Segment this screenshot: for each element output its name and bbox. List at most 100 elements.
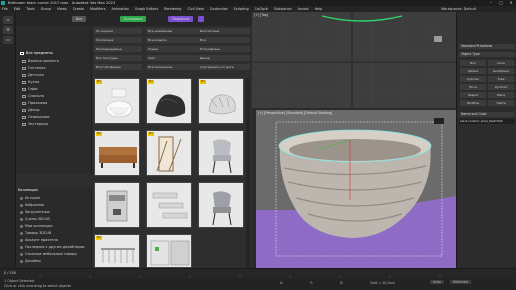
primitive-button[interactable]: Cone (488, 60, 514, 66)
primitive-button[interactable]: GeoSphere (488, 68, 514, 74)
menu-item[interactable]: Animation (112, 7, 129, 11)
menu-item[interactable]: Group (41, 7, 51, 11)
primitive-button[interactable]: TextPlus (460, 100, 486, 106)
filter-chip[interactable]: Все платформы (94, 64, 142, 70)
filter-chip[interactable]: По модели (94, 28, 142, 34)
collection-item[interactable]: Сложные мебельные товары (20, 251, 77, 258)
install-button[interactable]: Установка (120, 16, 147, 22)
menu-item[interactable]: Edit (14, 7, 21, 11)
library-scrollbar[interactable] (246, 78, 250, 268)
asset-tile[interactable]: Pro (146, 78, 192, 124)
primitive-button[interactable]: Sphere (460, 68, 486, 74)
object-type-rollout[interactable]: Object Type (459, 52, 515, 57)
filter-chip[interactable]: Все текстуры (94, 55, 142, 61)
tree-item[interactable]: Гостиная (22, 65, 46, 72)
tree-item[interactable]: Ванная комната (22, 58, 59, 65)
filter-chip[interactable]: Новые (146, 46, 198, 52)
primitive-button[interactable]: Pyramid (488, 84, 514, 90)
menu-item[interactable]: Substance (274, 7, 292, 11)
tree-item[interactable]: Декор (22, 107, 40, 114)
viewcube-icon[interactable] (434, 118, 444, 124)
filter-chip[interactable]: Декор (198, 55, 250, 61)
menu-item[interactable]: Customize (210, 7, 228, 11)
menu-item[interactable]: File (2, 7, 8, 11)
primitive-button[interactable]: Teapot (460, 92, 486, 98)
menu-item[interactable]: Rendering (164, 7, 181, 11)
subscription-button[interactable]: Подписка (168, 16, 194, 22)
menu-item[interactable]: Graph Editors (135, 7, 158, 11)
collection-item[interactable]: Сцены 3DCUB (20, 216, 50, 223)
collection-label: Загруженные (25, 210, 50, 214)
filter-chip[interactable]: Сортировать по дате (198, 64, 250, 70)
viewcube-icon[interactable] (434, 36, 442, 42)
filter-chip[interactable]: Свет (146, 55, 198, 61)
collection-item[interactable]: Мои коллекции (20, 223, 53, 230)
tree-root[interactable]: Все предметы (20, 50, 53, 57)
asset-tile[interactable]: Pro (94, 130, 140, 176)
asset-tile[interactable]: Pro (146, 130, 192, 176)
collection-icon (20, 203, 23, 207)
filter-chip[interactable]: Все дизайнеры (146, 28, 198, 34)
folder-icon[interactable]: ▭ (3, 36, 13, 44)
top-viewport[interactable]: [+] [Top] (252, 12, 456, 108)
filter-chip[interactable]: Рекомендуемые (94, 46, 142, 52)
primitive-button[interactable]: Tube (488, 76, 514, 82)
top-viewport-label[interactable]: [+] [Top] (254, 13, 268, 17)
menu-item[interactable]: CoCkpit (255, 7, 268, 11)
collection-item[interactable]: Дизайны (20, 258, 41, 265)
filter-chip[interactable]: Все материалы (146, 64, 198, 70)
perspective-viewport[interactable]: [+] [Perspective] [Standard] [Default Sh… (256, 110, 456, 268)
auto-key-button[interactable]: Auto (430, 280, 444, 284)
asset-tile[interactable]: Pro (94, 78, 140, 124)
menu-item[interactable]: Create (73, 7, 84, 11)
asset-tile[interactable] (146, 182, 192, 228)
asset-tile[interactable] (198, 130, 244, 176)
tree-item[interactable]: Экстерьер (22, 121, 48, 128)
primitive-button[interactable]: Hedra (488, 100, 514, 106)
tree-item[interactable]: Спальня (22, 93, 44, 100)
menu-item[interactable]: Arnold (298, 7, 309, 11)
menu-item[interactable]: Help (315, 7, 323, 11)
tree-item[interactable]: Детская (22, 72, 44, 79)
asset-tile[interactable] (146, 234, 192, 268)
menu-item[interactable]: Views (57, 7, 67, 11)
perspective-viewport-label[interactable]: [+] [Perspective] [Standard] [Default Sh… (258, 111, 332, 115)
primitives-dropdown[interactable]: Standard Primitives (459, 44, 515, 49)
profile-icon[interactable] (198, 16, 204, 22)
timeline[interactable]: 0 / 100 (0, 268, 516, 279)
tree-item[interactable]: Офис (22, 86, 38, 93)
asset-tile[interactable] (94, 182, 140, 228)
object-name-field[interactable]: black-ceramic_bowl_Sketchfab (459, 119, 515, 124)
primitive-button[interactable]: Cylinder (460, 76, 486, 82)
primitive-button[interactable]: Torus (460, 84, 486, 90)
menu-item[interactable]: Scripting (234, 7, 249, 11)
collection-item[interactable]: Избранное (20, 202, 44, 209)
collection-item[interactable]: Аккаунт приятеля (20, 237, 58, 244)
primitive-button[interactable]: Plane (488, 92, 514, 98)
filter-chip[interactable]: Бесплатные (198, 28, 250, 34)
tree-item[interactable]: Освещение (22, 114, 50, 121)
collection-item[interactable]: Последние с другим дизайнером (20, 244, 84, 251)
filter-chip[interactable]: Коллекция (94, 37, 142, 43)
menu-item[interactable]: Tools (26, 7, 34, 11)
beanbag-thumbnail (155, 94, 186, 117)
menu-icon[interactable]: ≡ (3, 16, 13, 24)
name-and-color-rollout[interactable]: Name and Color (459, 112, 515, 117)
menu-item[interactable]: Civil View (187, 7, 203, 11)
settings-icon[interactable]: ⚙ (3, 26, 13, 34)
filter-chip[interactable]: Все модели (146, 37, 198, 43)
asset-tile[interactable]: Pro (94, 234, 140, 268)
selected-key-dropdown[interactable]: Selected (450, 280, 471, 284)
menu-item[interactable]: Modifiers (90, 7, 105, 11)
tree-item[interactable]: Кухня (22, 79, 39, 86)
collection-item[interactable]: Загруженные (20, 209, 50, 216)
primitive-button[interactable]: Box (460, 60, 486, 66)
asset-tile[interactable]: Pro (198, 78, 244, 124)
filter-chip[interactable]: Все (198, 37, 250, 43)
collection-item[interactable]: История (20, 195, 40, 202)
asset-tile[interactable] (198, 182, 244, 228)
tree-item[interactable]: Прихожая (22, 100, 47, 107)
filter-chip[interactable]: Популярные (198, 46, 250, 52)
collection-item[interactable]: Товары 3DCUB (20, 230, 51, 237)
tab-all[interactable]: Все (72, 16, 87, 22)
